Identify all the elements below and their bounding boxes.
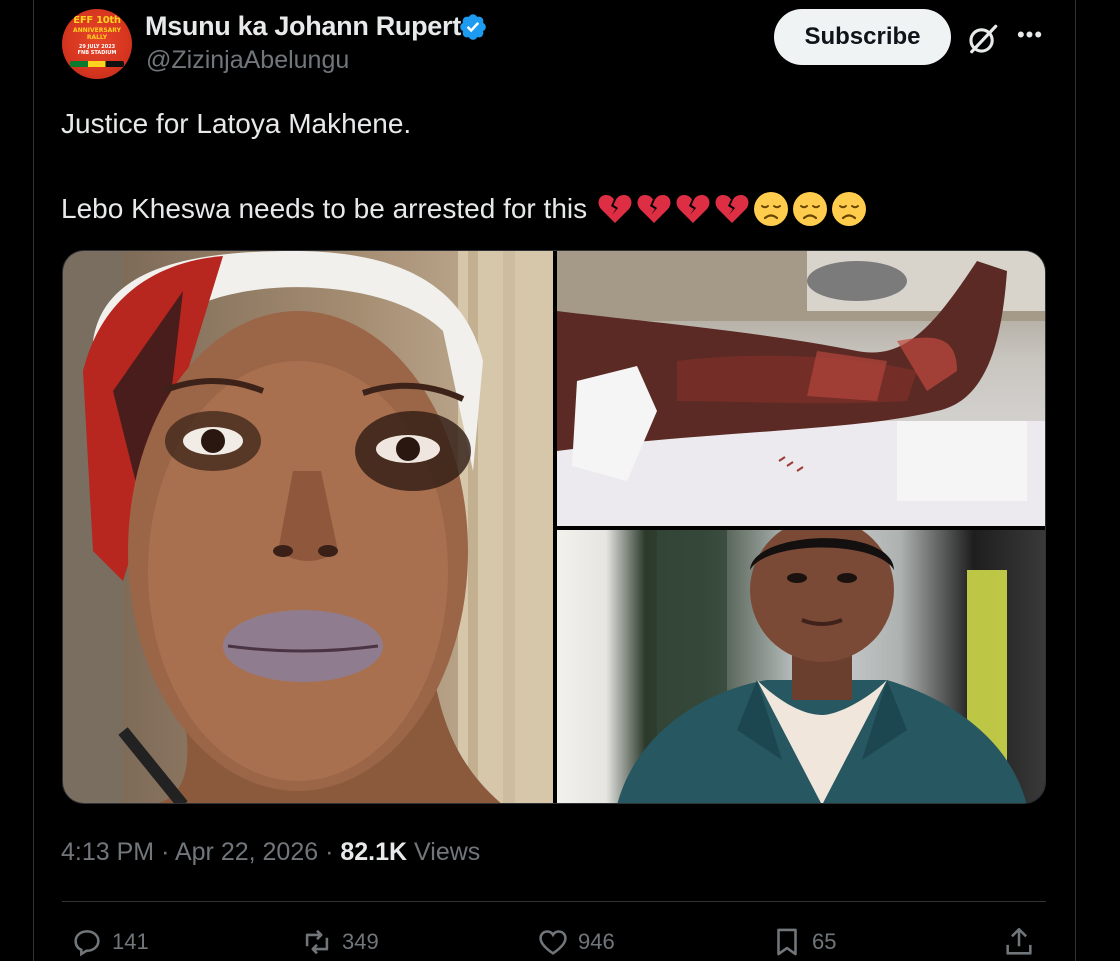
portrait-photo-illustration	[617, 530, 1027, 803]
reply-count: 141	[112, 929, 149, 954]
face-photo[interactable]	[63, 251, 553, 803]
broken-heart-icon	[676, 195, 710, 223]
reply-icon	[74, 930, 100, 957]
tweet-meta: 4:13 PM · Apr 22, 2026 · 82.1K Views	[61, 838, 480, 867]
author-name[interactable]: Msunu ka Johann Rupert	[145, 11, 461, 42]
broken-heart-icon	[637, 195, 671, 223]
heart-icon	[539, 930, 567, 955]
subscribe-button[interactable]: Subscribe	[774, 9, 951, 65]
views-label: Views	[414, 838, 481, 866]
meta-separator: ·	[161, 838, 170, 866]
disappointed-face-icon	[793, 192, 828, 226]
bookmark-count: 65	[812, 929, 837, 954]
like-button[interactable]: 946	[536, 925, 615, 959]
avatar-text-1: EFF 10th	[73, 15, 121, 26]
face-photo-illustration	[63, 251, 553, 803]
bookmark-button[interactable]: 65	[770, 925, 836, 959]
tweet-text-line-1: Justice for Latoya Makhene.	[61, 108, 412, 139]
portrait-photo[interactable]	[557, 530, 1045, 803]
repost-count: 349	[342, 929, 379, 954]
broken-heart-icon	[715, 195, 749, 223]
avatar-flag-band	[70, 61, 124, 67]
leg-photo[interactable]	[557, 251, 1045, 526]
repost-icon	[305, 929, 329, 955]
disappointed-face-icon	[754, 192, 789, 226]
avatar-text-2: ANNIVERSARY RALLY	[73, 27, 121, 41]
more-icon[interactable]: •••	[1013, 20, 1047, 54]
author-handle[interactable]: @ZizinjaAbelungu	[146, 46, 349, 75]
meta-separator: ·	[325, 838, 334, 866]
disappointed-face-icon	[832, 192, 867, 226]
repost-button[interactable]: 349	[300, 925, 379, 959]
grok-icon[interactable]	[966, 22, 1000, 56]
emoji-group	[597, 191, 867, 227]
tweet-time[interactable]: 4:13 PM	[61, 838, 154, 866]
verified-badge-icon	[460, 14, 486, 40]
media-grid	[62, 250, 1046, 804]
divider	[62, 901, 1046, 902]
tweet-text-line-2-row: Lebo Kheswa needs to be arrested for thi…	[61, 191, 867, 227]
share-icon	[1006, 927, 1032, 955]
avatar-text-4: FNB STADIUM	[77, 50, 117, 56]
broken-heart-icon	[598, 195, 632, 223]
views-count: 82.1K	[340, 838, 408, 866]
share-button[interactable]	[1002, 925, 1036, 959]
tweet-text-line-2: Lebo Kheswa needs to be arrested for thi…	[61, 193, 588, 224]
avatar[interactable]: EFF 10th ANNIVERSARY RALLY 29 JULY 2023 …	[62, 9, 132, 79]
reply-button[interactable]: 141	[70, 925, 149, 959]
like-count: 946	[578, 929, 615, 954]
tweet-date[interactable]: Apr 22, 2026	[175, 838, 318, 866]
leg-photo-illustration	[557, 251, 1045, 526]
bookmark-icon	[777, 928, 797, 956]
